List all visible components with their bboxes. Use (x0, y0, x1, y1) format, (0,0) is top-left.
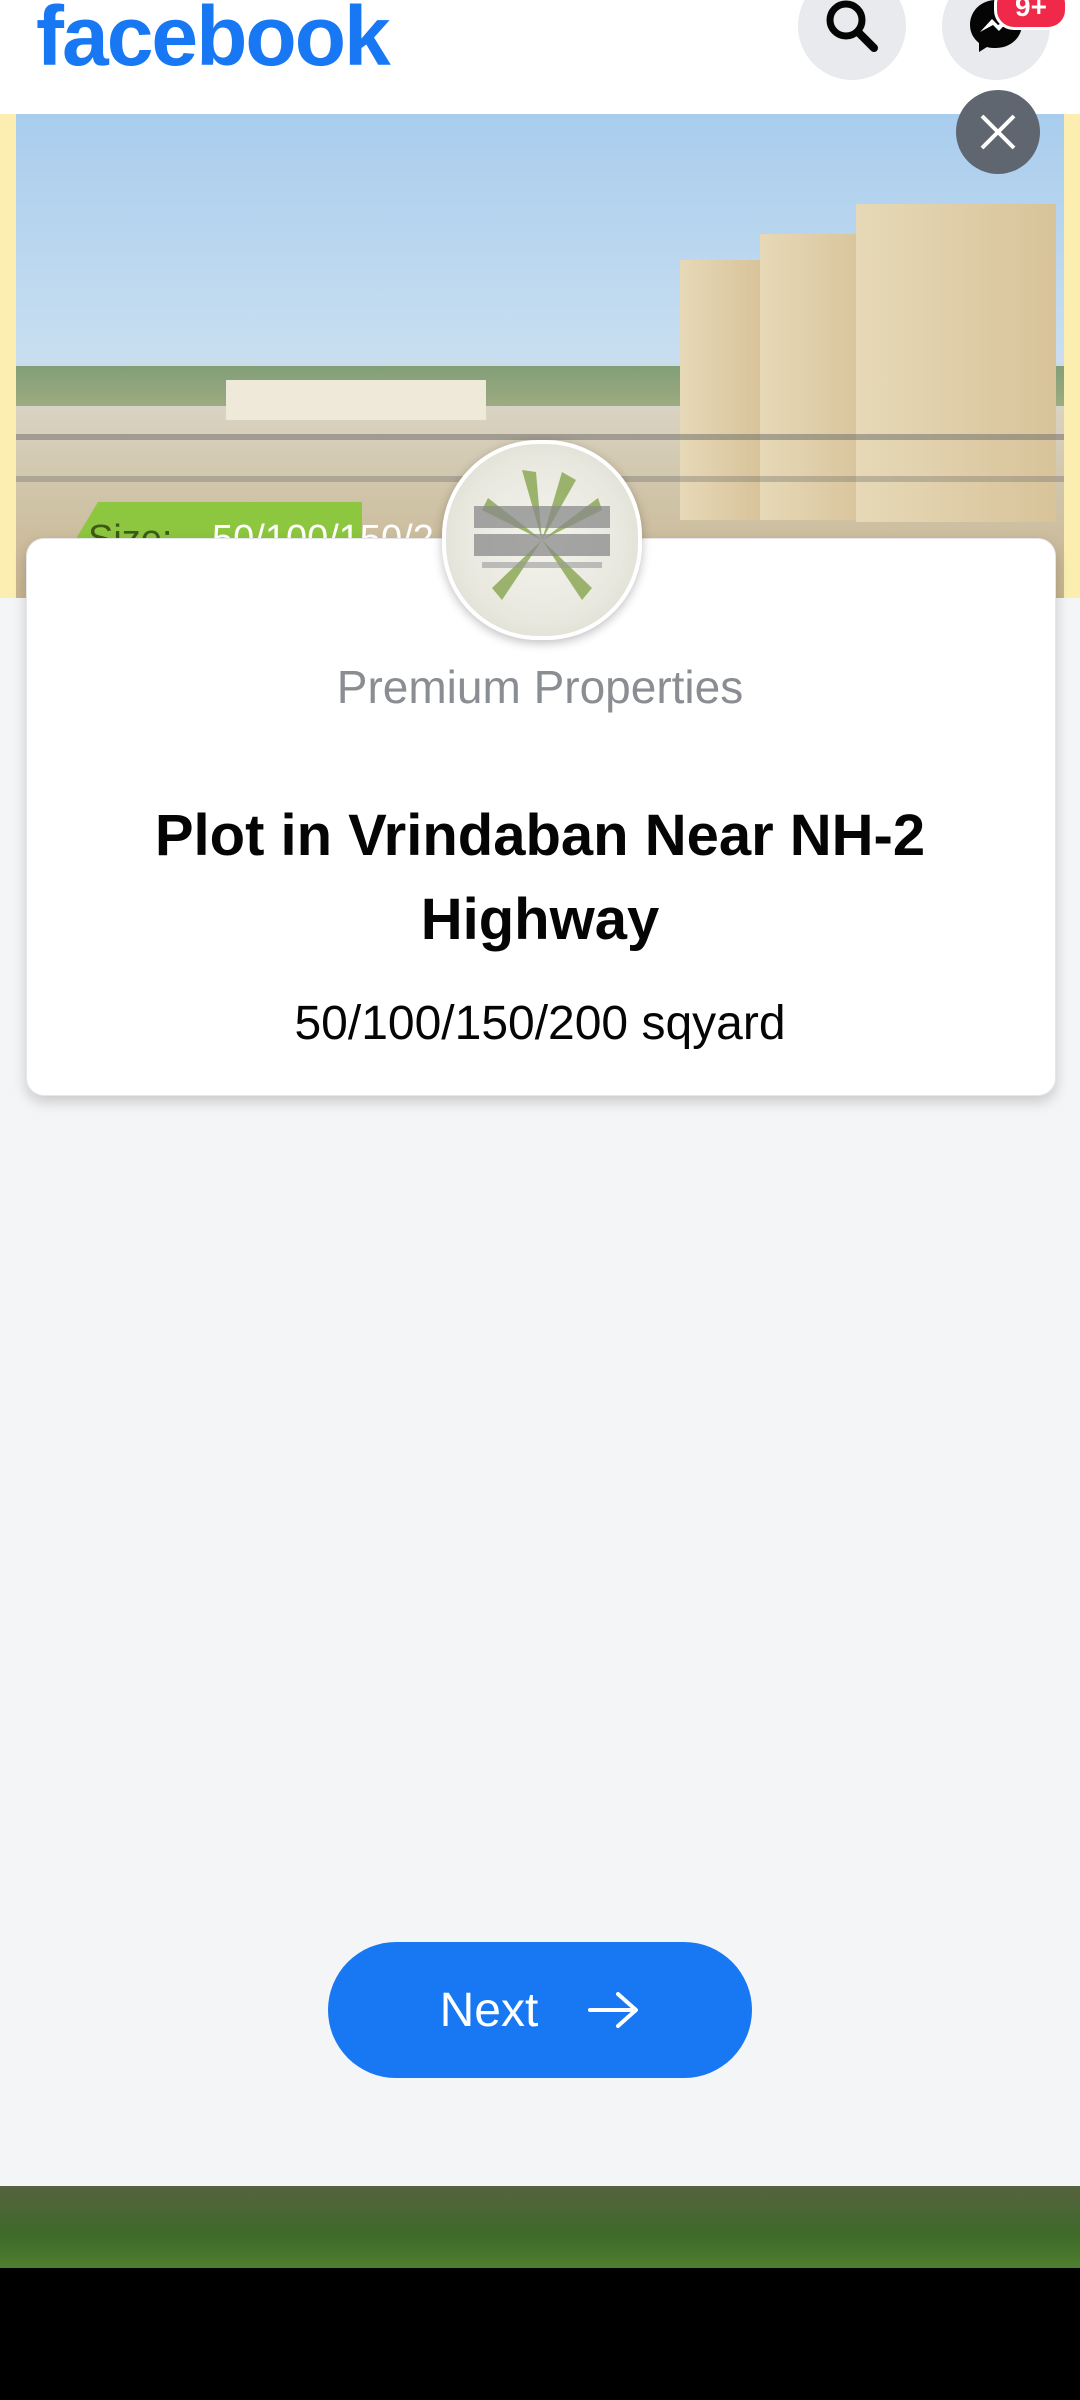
arrow-right-icon (588, 1992, 639, 2028)
close-ad-button[interactable] (956, 90, 1040, 174)
premium-properties-logo-icon (474, 470, 610, 600)
system-nav-bar (0, 2268, 1080, 2400)
notification-badge: 9+ (994, 0, 1068, 30)
ad-title: Plot in Vrindaban Near NH-2 Highway (154, 803, 926, 952)
close-icon (980, 114, 1016, 150)
search-icon (826, 0, 878, 52)
top-app-bar: facebook (0, 0, 1080, 114)
advertiser-avatar[interactable] (442, 440, 642, 640)
next-button[interactable]: Next (328, 1942, 752, 2078)
next-button-label: Next (439, 1983, 539, 2037)
facebook-logo[interactable]: facebook (36, 0, 391, 85)
search-button[interactable] (798, 0, 906, 80)
ad-subtitle: 50/100/150/200 sqyard (294, 997, 786, 1050)
advertiser-name[interactable]: Premium Properties (26, 660, 1054, 714)
tower-building (856, 204, 1056, 522)
low-building (226, 380, 486, 420)
next-ad-preview-image (0, 2186, 1080, 2268)
